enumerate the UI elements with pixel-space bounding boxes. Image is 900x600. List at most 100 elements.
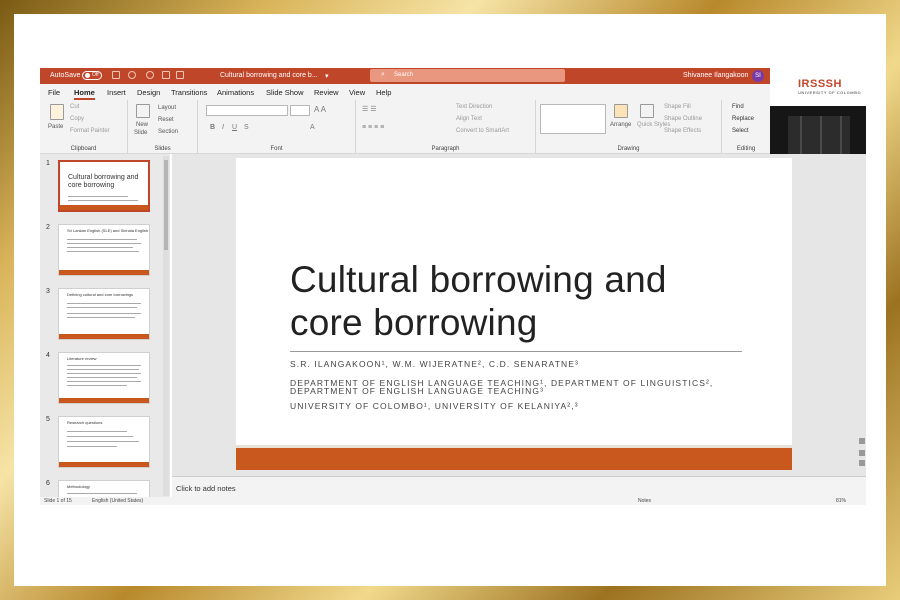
search-input[interactable]: ⌕ Search bbox=[370, 69, 565, 82]
paste-icon[interactable] bbox=[50, 104, 64, 120]
text-direction-button[interactable]: Text Direction bbox=[456, 104, 492, 110]
autosave-label: AutoSave bbox=[50, 72, 81, 79]
tab-home[interactable]: Home bbox=[74, 88, 95, 100]
thumbnail-line bbox=[67, 317, 135, 318]
new-slide-button-2[interactable]: Slide bbox=[134, 130, 147, 136]
slide-universities[interactable]: UNIVERSITY OF COLOMBO¹, UNIVERSITY OF KE… bbox=[290, 402, 579, 411]
tab-view[interactable]: View bbox=[349, 88, 365, 97]
replace-button[interactable]: Replace bbox=[732, 116, 754, 122]
document-title[interactable]: Cultural borrowing and core b... bbox=[220, 72, 318, 79]
tab-help[interactable]: Help bbox=[376, 88, 391, 97]
conference-logo-tile: IRSSSH UNIVERSITY OF COLOMBO bbox=[770, 68, 866, 106]
select-button[interactable]: Select bbox=[732, 128, 749, 134]
convert-smartart-button[interactable]: Convert to SmartArt bbox=[456, 128, 509, 134]
italic-icon[interactable]: I bbox=[222, 124, 224, 131]
tab-slide-show[interactable]: Slide Show bbox=[266, 88, 304, 97]
autosave-toggle[interactable]: Off bbox=[82, 71, 102, 80]
thumbnail-line bbox=[67, 446, 117, 447]
align-text-button[interactable]: Align Text bbox=[456, 116, 482, 122]
save-icon[interactable] bbox=[112, 71, 120, 79]
avatar[interactable]: SI bbox=[752, 70, 764, 82]
drawing-label: Drawing bbox=[617, 146, 640, 152]
slide-title[interactable]: Cultural borrowing and core borrowing bbox=[290, 258, 667, 344]
thumbnail-line bbox=[67, 377, 137, 378]
window-bar bbox=[800, 116, 802, 156]
align-icon[interactable]: ≡ ≡ ≡ ≡ bbox=[362, 124, 384, 131]
new-slide-icon[interactable] bbox=[136, 104, 150, 118]
font-group: A A B I U S A Font bbox=[198, 100, 356, 154]
thumbnail-line bbox=[67, 373, 141, 374]
status-bar: Slide 1 of 15 English (United States) No… bbox=[40, 497, 866, 505]
thumbnail-strip bbox=[59, 398, 149, 403]
zoom-level[interactable]: 81% bbox=[836, 498, 846, 504]
bullets-icon[interactable]: ☰ ☰ bbox=[362, 105, 377, 113]
chevron-down-icon[interactable]: ▾ bbox=[325, 72, 329, 80]
bold-icon[interactable]: B bbox=[210, 124, 215, 131]
thumbnail-number: 3 bbox=[46, 288, 50, 295]
arrange-button[interactable]: Arrange bbox=[610, 122, 631, 128]
tab-insert[interactable]: Insert bbox=[107, 88, 126, 97]
shape-fill-button[interactable]: Shape Fill bbox=[664, 104, 691, 110]
customize-toolbar-icon[interactable] bbox=[176, 71, 184, 79]
scroll-up-icon[interactable] bbox=[859, 438, 865, 444]
slide-scrollbar[interactable] bbox=[858, 154, 866, 476]
clipboard-group: Paste Cut Copy Format Painter Clipboard bbox=[40, 100, 128, 154]
thumbnail-line bbox=[68, 196, 128, 197]
thumbnail-line bbox=[67, 436, 133, 437]
paragraph-label: Paragraph bbox=[431, 146, 460, 152]
previous-slide-icon[interactable] bbox=[859, 450, 865, 456]
paste-button[interactable]: Paste bbox=[48, 124, 63, 130]
tab-review[interactable]: Review bbox=[314, 88, 339, 97]
thumbnail-scrollbar[interactable] bbox=[163, 156, 169, 496]
arrange-icon[interactable] bbox=[614, 104, 628, 118]
find-button[interactable]: Find bbox=[732, 104, 744, 110]
section-button[interactable]: Section bbox=[158, 129, 178, 135]
tab-file[interactable]: File bbox=[48, 88, 60, 97]
grow-font-icon[interactable]: A A bbox=[314, 105, 326, 114]
slide-departments-line-2[interactable]: DEPARTMENT OF ENGLISH LANGUAGE TEACHING³ bbox=[290, 387, 544, 396]
notes-pane[interactable]: Click to add notes bbox=[172, 476, 866, 497]
tab-design[interactable]: Design bbox=[137, 88, 160, 97]
slide-authors[interactable]: S.R. ILANGAKOON¹, W.M. WIJERATNE², C.D. … bbox=[290, 360, 579, 369]
strikethrough-icon[interactable]: S bbox=[244, 124, 249, 131]
tab-transitions[interactable]: Transitions bbox=[171, 88, 207, 97]
scrollbar-thumb[interactable] bbox=[164, 160, 168, 250]
quick-styles-icon[interactable] bbox=[640, 104, 654, 118]
reset-button[interactable]: Reset bbox=[158, 117, 174, 123]
undo-icon[interactable] bbox=[128, 71, 136, 79]
font-name-field[interactable] bbox=[206, 105, 288, 116]
slide-thumbnail-2[interactable]: Sri Lankan English (SLE) and Sinhala Eng… bbox=[58, 224, 150, 276]
thumbnail-line bbox=[67, 431, 127, 432]
conference-logo: IRSSSH UNIVERSITY OF COLOMBO bbox=[798, 78, 861, 95]
notes-button[interactable]: Notes bbox=[638, 498, 651, 504]
new-slide-button[interactable]: New bbox=[136, 122, 148, 128]
language[interactable]: English (United States) bbox=[92, 498, 143, 504]
format-painter-button[interactable]: Format Painter bbox=[70, 128, 110, 134]
copy-button[interactable]: Copy bbox=[70, 116, 84, 122]
slide-thumbnail-1[interactable]: Cultural borrowing and core borrowing bbox=[58, 160, 150, 212]
font-size-field[interactable] bbox=[290, 105, 310, 116]
ribbon-tabs: File Home Insert Design Transitions Anim… bbox=[40, 84, 770, 100]
current-slide[interactable]: Cultural borrowing and core borrowing S.… bbox=[236, 158, 792, 470]
slide-title-line-2: core borrowing bbox=[290, 302, 538, 343]
cut-button[interactable]: Cut bbox=[70, 104, 79, 110]
search-icon: ⌕ bbox=[381, 71, 385, 78]
tab-animations[interactable]: Animations bbox=[217, 88, 254, 97]
shape-effects-button[interactable]: Shape Effects bbox=[664, 128, 701, 134]
slide-thumbnail-5[interactable]: Research questions bbox=[58, 416, 150, 468]
slide-edit-area: Cultural borrowing and core borrowing S.… bbox=[172, 154, 866, 476]
slide-thumbnail-3[interactable]: Defining cultural and core borrowings bbox=[58, 288, 150, 340]
layout-button[interactable]: Layout bbox=[158, 105, 176, 111]
underline-icon[interactable]: U bbox=[232, 124, 237, 131]
next-slide-icon[interactable] bbox=[859, 460, 865, 466]
thumbnail-number: 1 bbox=[46, 160, 50, 167]
shape-outline-button[interactable]: Shape Outline bbox=[664, 116, 702, 122]
slide-thumbnail-4[interactable]: Literature review bbox=[58, 352, 150, 404]
start-slideshow-icon[interactable] bbox=[162, 71, 170, 79]
thumbnail-strip bbox=[59, 334, 149, 339]
user-name[interactable]: Shivanee Ilangakoon bbox=[683, 72, 748, 79]
redo-icon[interactable] bbox=[146, 71, 154, 79]
shapes-gallery[interactable] bbox=[540, 104, 606, 134]
font-color-icon[interactable]: A bbox=[310, 124, 315, 131]
thumbnail-line bbox=[67, 365, 141, 366]
